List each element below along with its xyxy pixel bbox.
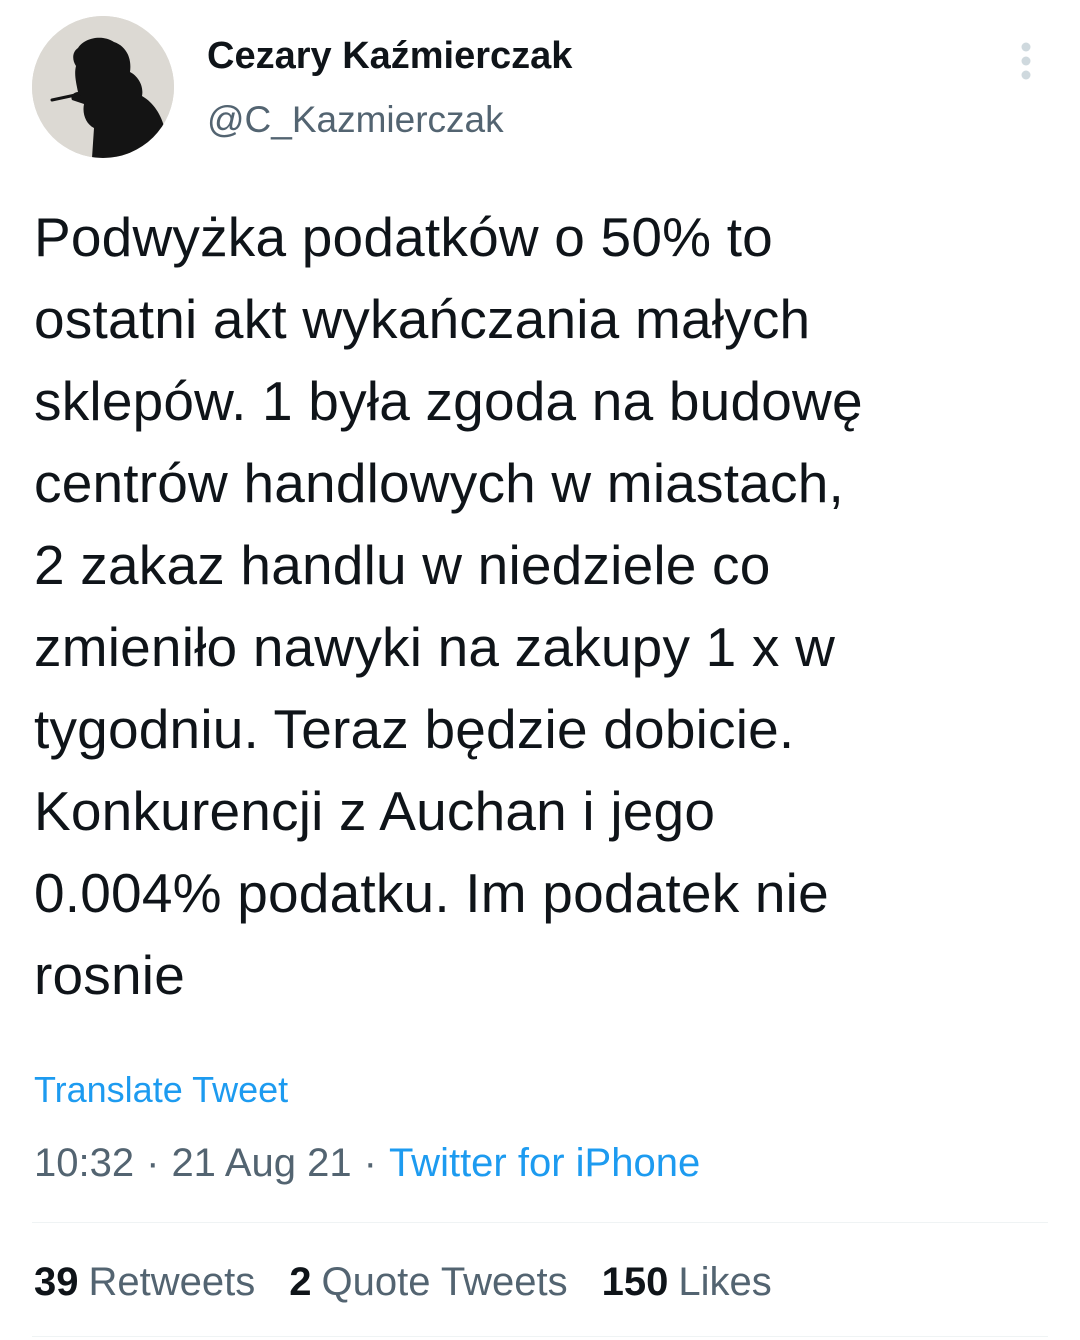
tweet-text: Podwyżka podatków o 50% to ostatni akt w…: [34, 206, 863, 1006]
retweets-stat[interactable]: 39 Retweets: [34, 1256, 255, 1308]
quote-tweets-label: Quote Tweets: [321, 1260, 568, 1304]
author-handle[interactable]: @C_Kazmierczak: [207, 98, 504, 142]
tweet-date[interactable]: 21 Aug 21: [171, 1141, 351, 1185]
quote-tweets-count: 2: [289, 1260, 312, 1304]
more-vertical-icon: [1021, 42, 1031, 80]
profile-silhouette-avatar: [32, 16, 174, 158]
likes-label: Likes: [678, 1260, 772, 1304]
meta-separator: ·: [146, 1141, 160, 1185]
likes-stat[interactable]: 150 Likes: [602, 1256, 772, 1308]
translate-tweet-link[interactable]: Translate Tweet: [34, 1066, 288, 1114]
engagement-stats: 39 Retweets 2 Quote Tweets 150 Likes: [34, 1256, 772, 1308]
quote-tweets-stat[interactable]: 2 Quote Tweets: [289, 1256, 567, 1308]
divider: [32, 1336, 1048, 1337]
tweet-source-link[interactable]: Twitter for iPhone: [389, 1141, 700, 1185]
divider: [32, 1222, 1048, 1223]
tweet-metadata: 10:32 · 21 Aug 21 · Twitter for iPhone: [34, 1137, 700, 1189]
retweets-count: 39: [34, 1260, 79, 1304]
more-options-button[interactable]: [1004, 36, 1048, 86]
retweets-label: Retweets: [88, 1260, 256, 1304]
tweet-time[interactable]: 10:32: [34, 1141, 134, 1185]
avatar[interactable]: [32, 16, 174, 158]
likes-count: 150: [601, 1260, 669, 1304]
author-name[interactable]: Cezary Kaźmierczak: [207, 34, 572, 78]
meta-separator: ·: [363, 1141, 377, 1185]
tweet-card: Cezary Kaźmierczak @C_Kazmierczak Podwyż…: [0, 0, 1080, 1340]
